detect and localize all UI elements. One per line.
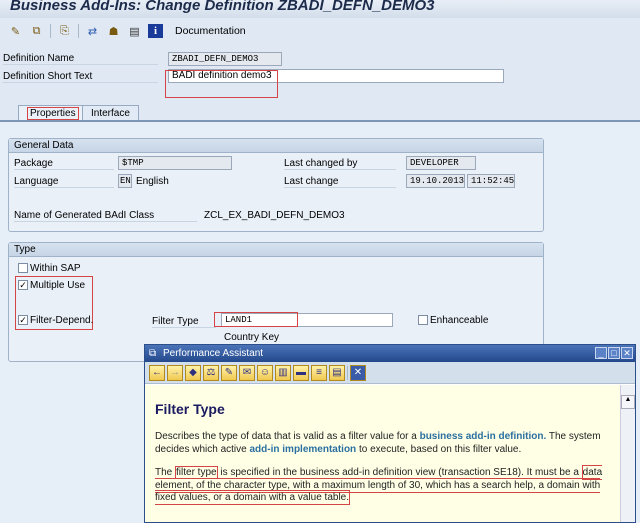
- highlight-box: [165, 70, 278, 98]
- last-change-label: Last change: [284, 176, 396, 188]
- enhanceable-checkbox[interactable]: Enhanceable: [418, 315, 488, 326]
- multiple-use-checkbox[interactable]: ✓ Multiple Use: [18, 280, 85, 291]
- assistant-title-bar[interactable]: ⧉ Performance Assistant _ □ ✕: [145, 345, 635, 362]
- toolbar-separator: [78, 24, 79, 38]
- checkbox-label: Filter-Depend.: [30, 315, 94, 326]
- window-icon: ⧉: [149, 348, 157, 359]
- checkbox[interactable]: ✓: [18, 315, 28, 326]
- package-label: Package: [14, 158, 114, 170]
- print-icon[interactable]: ▤: [329, 364, 345, 381]
- filter-type-label: Filter Type: [152, 316, 216, 328]
- generated-class-label: Name of Generated BAdI Class: [14, 210, 197, 222]
- addin-implementation-link[interactable]: add-in implementation: [250, 444, 357, 455]
- forward-icon[interactable]: →: [167, 364, 183, 381]
- link-icon[interactable]: ▬: [293, 364, 309, 381]
- text: Describes the type of data that is valid…: [155, 431, 420, 442]
- minimize-icon[interactable]: _: [595, 347, 607, 359]
- close-icon[interactable]: ✕: [350, 364, 366, 381]
- assistant-title: Performance Assistant: [163, 348, 264, 359]
- generated-class-value: ZCL_EX_BADI_DEFN_DEMO3: [204, 210, 345, 221]
- last-changed-by-field: DEVELOPER: [406, 156, 476, 170]
- checkbox-label: Within SAP: [30, 263, 81, 274]
- toolbar: ✎ ⧉ ⎘ ⇄ ☗ ▤ i Documentation: [0, 20, 640, 42]
- text: is specified in the business add-in defi…: [217, 467, 582, 478]
- book-icon[interactable]: ◆: [185, 364, 201, 381]
- language-label: Language: [14, 176, 114, 188]
- technical-info-icon[interactable]: ⚖: [203, 364, 219, 381]
- checkbox[interactable]: ✓: [18, 280, 28, 291]
- group-title: Type: [9, 243, 543, 257]
- text: The: [155, 467, 176, 478]
- maximize-icon[interactable]: □: [608, 347, 620, 359]
- performance-assistant-window: ⧉ Performance Assistant _ □ ✕ ← → ◆ ⚖ ✎ …: [144, 344, 636, 523]
- glossary-icon[interactable]: ▥: [275, 364, 291, 381]
- definition-name-label: Definition Name: [3, 53, 158, 65]
- checkbox-label: Multiple Use: [30, 280, 86, 291]
- hierarchy-icon[interactable]: ☗: [106, 24, 121, 38]
- tab-properties[interactable]: Properties: [18, 105, 88, 121]
- assistant-content: Filter Type Describes the type of data t…: [145, 385, 621, 522]
- documentation-button[interactable]: Documentation: [175, 25, 246, 37]
- tab-interface[interactable]: Interface: [82, 105, 139, 121]
- toolbar-separator: [347, 365, 348, 380]
- info-icon[interactable]: i: [148, 24, 163, 38]
- user-icon[interactable]: ☺: [257, 364, 273, 381]
- notes-icon[interactable]: ✉: [239, 364, 255, 381]
- display-object-icon[interactable]: ⎘: [57, 24, 72, 38]
- last-change-date-field: 19.10.2013: [406, 174, 465, 188]
- within-sap-checkbox[interactable]: Within SAP: [18, 263, 81, 274]
- group-title: General Data: [9, 139, 543, 153]
- bookmark-icon[interactable]: ≡: [311, 364, 327, 381]
- package-field: $TMP: [118, 156, 232, 170]
- page-title: Business Add-Ins: Change Definition ZBAD…: [10, 0, 435, 14]
- checkbox[interactable]: [18, 263, 28, 274]
- last-change-time-field: 11:52:45: [467, 174, 515, 188]
- back-icon[interactable]: ←: [149, 364, 165, 381]
- help-paragraph: Describes the type of data that is valid…: [155, 431, 611, 456]
- navigate-icon[interactable]: ⇄: [85, 24, 100, 38]
- text: to execute, based on this filter value.: [356, 443, 522, 455]
- highlight-box: [214, 312, 298, 327]
- language-name: English: [136, 176, 169, 187]
- vertical-scrollbar[interactable]: ▲: [620, 385, 635, 522]
- definition-name-field: ZBADI_DEFN_DEMO3: [168, 52, 282, 66]
- checkbox[interactable]: [418, 315, 428, 326]
- edit-icon[interactable]: ✎: [8, 24, 23, 38]
- short-text-label: Definition Short Text: [3, 71, 158, 83]
- help-paragraph: The filter type is specified in the busi…: [155, 465, 611, 505]
- business-addin-definition-link[interactable]: business add-in definition.: [420, 431, 547, 442]
- filter-depend-checkbox[interactable]: ✓ Filter-Depend.: [18, 315, 93, 326]
- help-heading: Filter Type: [155, 401, 225, 417]
- edit-icon[interactable]: ✎: [221, 364, 237, 381]
- close-icon[interactable]: ✕: [621, 347, 633, 359]
- toolbar-separator: [50, 24, 51, 38]
- tab-label: Properties: [27, 107, 79, 120]
- checkbox-label: Enhanceable: [430, 315, 489, 326]
- scroll-up-icon[interactable]: ▲: [621, 395, 635, 409]
- last-changed-by-label: Last changed by: [284, 158, 396, 170]
- print-icon[interactable]: ▤: [127, 24, 142, 38]
- filter-type-description: Country Key: [224, 332, 280, 343]
- assistant-toolbar: ← → ◆ ⚖ ✎ ✉ ☺ ▥ ▬ ≡ ▤ ✕: [145, 362, 635, 384]
- copy-icon[interactable]: ⧉: [29, 24, 44, 38]
- language-code-field: EN: [118, 174, 132, 188]
